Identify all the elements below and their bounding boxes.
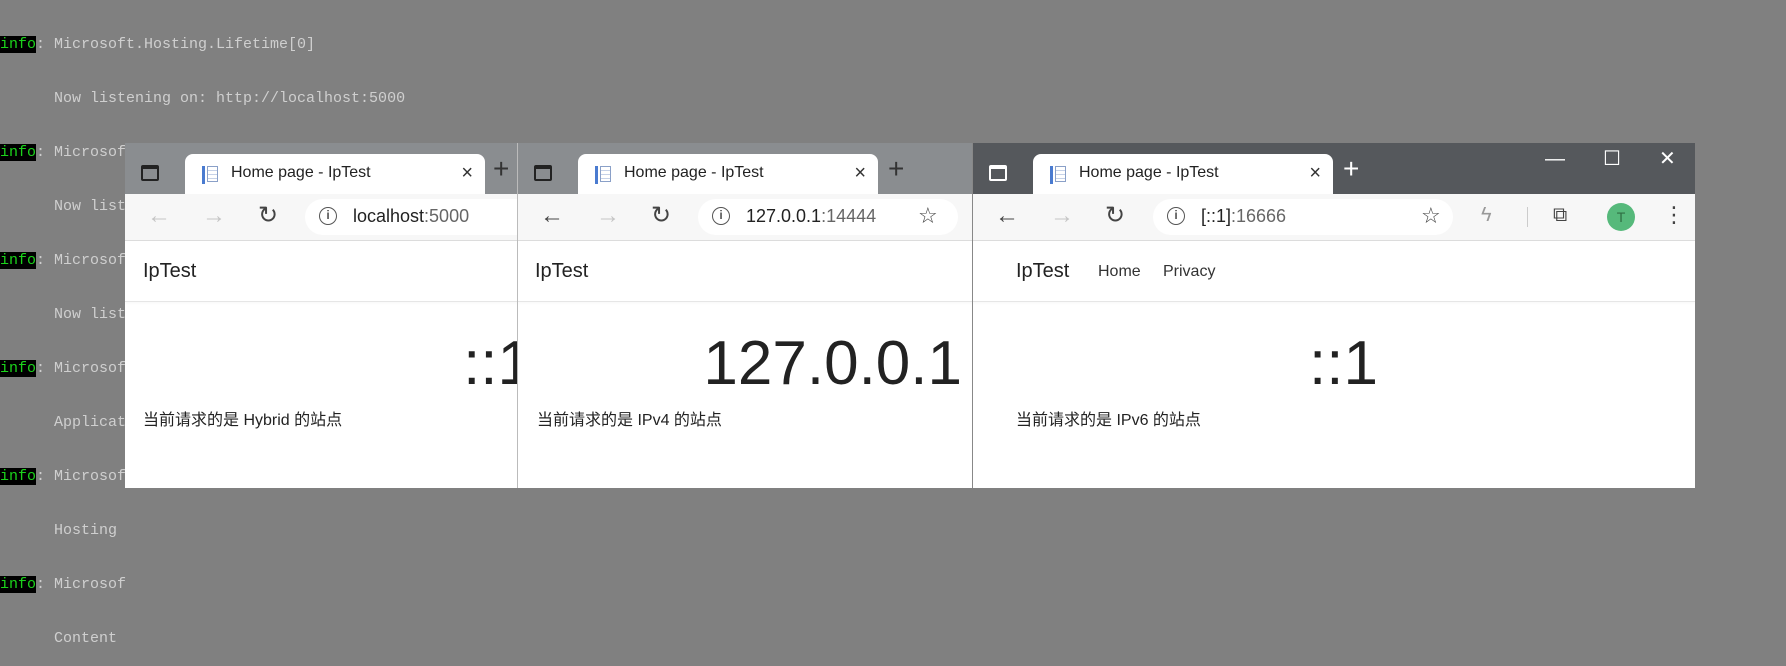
- address-bar[interactable]: i [::1]:16666 ☆: [1153, 199, 1453, 235]
- tab-title: Home page - IpTest: [231, 164, 371, 181]
- site-brand[interactable]: IpTest: [1016, 260, 1069, 283]
- reload-icon[interactable]: ↻: [258, 204, 278, 228]
- profile-avatar[interactable]: T: [1607, 203, 1635, 231]
- more-menu-icon[interactable]: ⋮: [1663, 203, 1685, 227]
- browser-toolbar: ← → ↻ i [::1]:16666 ☆ ϟ ⧉ T ⋮: [973, 194, 1695, 241]
- site-navbar: IpTest Home Privacy: [973, 241, 1695, 302]
- console-line: Content: [0, 630, 118, 647]
- title-bar[interactable]: Home page - IpTest × + — ☐ ✕: [973, 143, 1695, 194]
- site-description: 当前请求的是 Hybrid 的站点: [143, 412, 343, 429]
- nav-link-privacy[interactable]: Privacy: [1163, 263, 1215, 281]
- forward-icon[interactable]: →: [596, 204, 620, 228]
- nav-link-home[interactable]: Home: [1098, 263, 1141, 281]
- back-icon[interactable]: ←: [540, 204, 564, 228]
- forward-icon[interactable]: →: [1050, 204, 1074, 228]
- back-icon[interactable]: ←: [147, 204, 171, 228]
- tab-actions-icon[interactable]: [534, 165, 552, 181]
- browser-toolbar: ← → ↻ i 127.0.0.1:14444 ☆: [518, 194, 974, 241]
- new-tab-icon[interactable]: +: [888, 155, 904, 183]
- tab-close-icon[interactable]: ×: [461, 163, 473, 183]
- back-icon[interactable]: ←: [995, 204, 1019, 228]
- site-navbar: IpTest: [518, 241, 974, 302]
- title-bar[interactable]: Home page - IpTest × +: [125, 143, 525, 194]
- site-description: 当前请求的是 IPv4 的站点: [537, 412, 722, 429]
- add-favorite-icon[interactable]: ☆: [1421, 205, 1441, 227]
- address-text: 127.0.0.1:14444: [746, 206, 877, 226]
- site-navbar: IpTest: [125, 241, 525, 302]
- browser-toolbar: ← → ↻ i localhost:5000: [125, 194, 525, 241]
- console-line: Hosting: [0, 522, 118, 539]
- site-info-icon[interactable]: i: [319, 207, 337, 225]
- forward-icon[interactable]: →: [202, 204, 226, 228]
- console-line: info: Microsoft.Hosting.Lifetime[0]: [0, 36, 316, 53]
- site-info-icon[interactable]: i: [1167, 207, 1185, 225]
- collections-icon[interactable]: ⧉: [1553, 205, 1567, 225]
- browser-window-ipv6: Home page - IpTest × + — ☐ ✕ ← → ↻ i [::…: [972, 143, 1695, 488]
- page-favicon-icon: [201, 166, 219, 184]
- address-bar[interactable]: i localhost:5000: [305, 199, 525, 235]
- tab-title: Home page - IpTest: [1079, 164, 1219, 181]
- site-description: 当前请求的是 IPv6 的站点: [1016, 412, 1201, 429]
- tab-close-icon[interactable]: ×: [1309, 163, 1321, 183]
- tab-home-page[interactable]: Home page - IpTest ×: [185, 154, 485, 194]
- toolbar-divider: [1527, 207, 1528, 227]
- site-brand[interactable]: IpTest: [143, 260, 196, 283]
- close-window-icon[interactable]: ✕: [1659, 147, 1676, 171]
- client-ip-display: ::1: [1309, 329, 1378, 398]
- new-tab-icon[interactable]: +: [493, 155, 509, 183]
- client-ip-display: 127.0.0.1: [703, 329, 962, 398]
- tab-title: Home page - IpTest: [624, 164, 764, 181]
- maximize-icon[interactable]: ☐: [1603, 147, 1621, 171]
- browser-window-hybrid: Home page - IpTest × + ← → ↻ i localhost…: [125, 143, 525, 488]
- address-bar[interactable]: i 127.0.0.1:14444 ☆: [698, 199, 958, 235]
- tab-home-page[interactable]: Home page - IpTest ×: [1033, 154, 1333, 194]
- tab-close-icon[interactable]: ×: [854, 163, 866, 183]
- console-line: Now listening on: http://localhost:5000: [0, 90, 406, 107]
- page-favicon-icon: [594, 166, 612, 184]
- reload-icon[interactable]: ↻: [651, 204, 671, 228]
- add-favorite-icon[interactable]: ☆: [918, 205, 938, 227]
- client-ip-display: ::1: [463, 329, 525, 398]
- browser-window-ipv4: Home page - IpTest × + ← → ↻ i 127.0.0.1…: [517, 143, 974, 488]
- tab-actions-icon[interactable]: [989, 165, 1007, 181]
- reload-icon[interactable]: ↻: [1105, 204, 1125, 228]
- tab-home-page[interactable]: Home page - IpTest ×: [578, 154, 878, 194]
- performance-icon[interactable]: ϟ: [1481, 205, 1492, 225]
- address-text: localhost:5000: [353, 206, 470, 226]
- title-bar[interactable]: Home page - IpTest × +: [518, 143, 974, 194]
- new-tab-icon[interactable]: +: [1343, 155, 1359, 183]
- address-text: [::1]:16666: [1201, 206, 1287, 226]
- site-info-icon[interactable]: i: [712, 207, 730, 225]
- minimize-icon[interactable]: —: [1545, 147, 1565, 171]
- page-favicon-icon: [1049, 166, 1067, 184]
- site-brand[interactable]: IpTest: [535, 260, 588, 283]
- console-line: info: Microsof: [0, 576, 127, 593]
- tab-actions-icon[interactable]: [141, 165, 159, 181]
